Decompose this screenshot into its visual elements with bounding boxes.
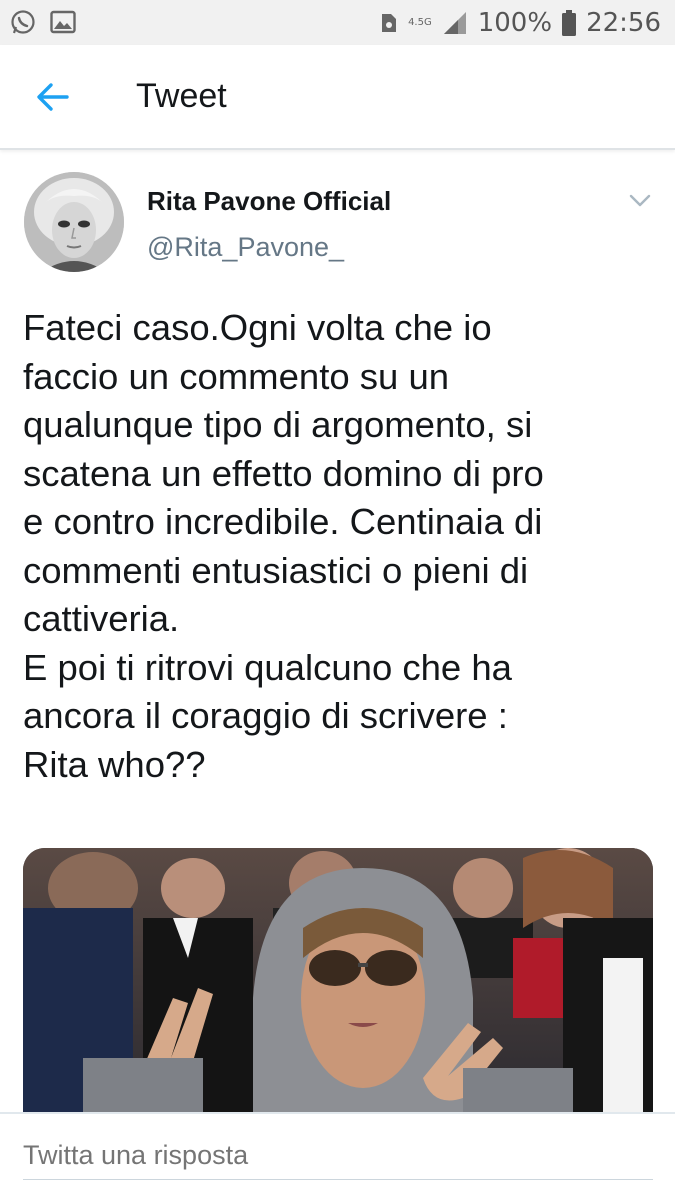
battery-percent: 100% <box>477 7 553 38</box>
reply-input[interactable] <box>23 1132 653 1180</box>
back-button[interactable] <box>28 75 78 119</box>
tweet-text: Fateci caso.Ogni volta che io faccio un … <box>23 307 544 785</box>
status-bar: 4.5G 100% 22:56 <box>0 0 675 45</box>
sim-icon <box>382 13 397 32</box>
author-name[interactable]: Rita Pavone Official <box>147 186 391 217</box>
tweet-media[interactable] <box>23 848 653 1112</box>
battery-icon <box>562 9 577 36</box>
image-icon <box>50 10 76 34</box>
whatsapp-icon <box>11 10 35 34</box>
chevron-down-icon <box>629 194 651 207</box>
back-arrow-icon <box>37 83 69 111</box>
tweet-menu-button[interactable] <box>625 188 655 214</box>
app-header: Tweet <box>0 45 675 150</box>
status-notifications <box>10 9 76 35</box>
avatar-photo <box>24 172 124 272</box>
avatar[interactable] <box>24 172 124 272</box>
author-handle[interactable]: @Rita_Pavone_ <box>147 232 344 263</box>
media-image <box>23 848 653 1112</box>
page-title: Tweet <box>136 77 227 115</box>
status-system: 4.5G 100% 22:56 <box>380 0 661 45</box>
clock: 22:56 <box>586 7 661 38</box>
network-type: 4.5G <box>408 17 432 28</box>
signal-icon <box>443 11 466 34</box>
